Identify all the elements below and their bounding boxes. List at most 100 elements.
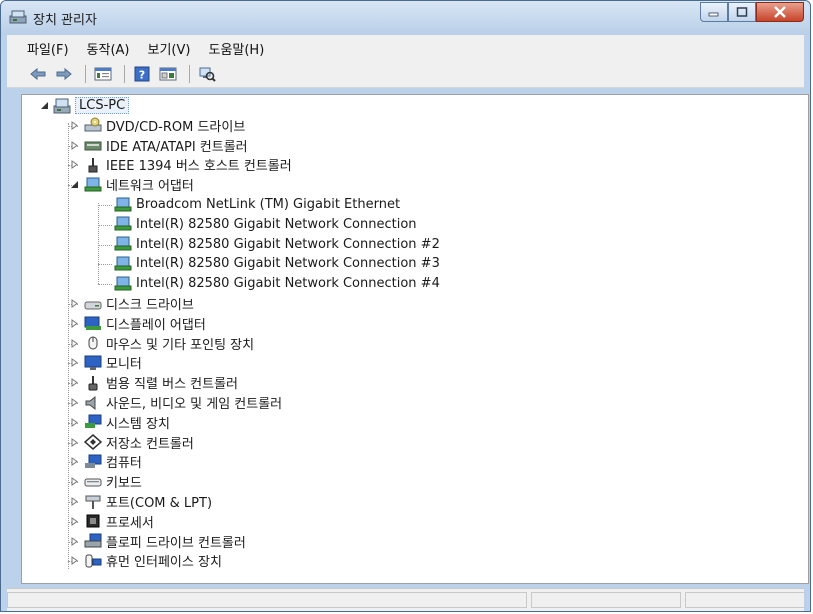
collapsed-arrow-icon[interactable] xyxy=(70,299,79,308)
network-device-icon xyxy=(114,236,132,251)
device-manager-icon xyxy=(9,10,27,24)
view-icon xyxy=(159,67,177,81)
tree-category-label: 컴퓨터 xyxy=(106,456,142,472)
tree-guide xyxy=(98,284,112,286)
tree-category[interactable]: 포트(COM & LPT) xyxy=(70,492,212,511)
properties-icon xyxy=(94,67,112,81)
status-pane xyxy=(685,592,806,608)
scan-hardware-button[interactable] xyxy=(196,64,218,84)
toolbar-separator xyxy=(189,65,190,83)
collapsed-arrow-icon[interactable] xyxy=(70,417,79,427)
tree-category[interactable]: DVD/CD-ROM 드라이브 xyxy=(70,116,245,135)
speaker-icon xyxy=(85,395,96,410)
title-bar[interactable]: 장치 관리자 xyxy=(1,1,810,35)
window-title: 장치 관리자 xyxy=(33,13,97,28)
tree-category-label: 저장소 컨트롤러 xyxy=(106,436,194,452)
storage-controller-icon xyxy=(84,434,102,451)
tree-category[interactable]: 범용 직렬 버스 컨트롤러 xyxy=(70,373,238,392)
collapsed-arrow-icon[interactable] xyxy=(70,536,79,546)
help-button[interactable]: ? xyxy=(131,64,153,84)
menu-action[interactable]: 동작(A) xyxy=(78,39,139,58)
tree-category-label: 휴먼 인터페이스 장치 xyxy=(106,555,222,571)
menu-view[interactable]: 보기(V) xyxy=(139,39,200,58)
expanded-arrow-icon xyxy=(41,102,48,109)
tree-category[interactable]: 마우스 및 기타 포인팅 장치 xyxy=(70,334,254,353)
menu-file[interactable]: 파일(F) xyxy=(7,39,78,58)
tree-category[interactable]: 프로세서 xyxy=(70,512,154,531)
tree-device-item[interactable]: Intel(R) 82580 Gigabit Network Connectio… xyxy=(114,254,440,273)
tree-category[interactable]: 키보드 xyxy=(70,472,142,491)
minimize-icon xyxy=(708,12,719,17)
tree-device-label: Broadcom NetLink (TM) Gigabit Ethernet xyxy=(136,197,401,212)
collapsed-arrow-icon[interactable] xyxy=(70,120,79,130)
tree-guide xyxy=(98,203,99,284)
maximize-button[interactable] xyxy=(728,2,756,22)
collapsed-arrow-icon[interactable] xyxy=(70,556,79,566)
forward-button[interactable] xyxy=(53,64,75,84)
system-device-icon xyxy=(85,414,102,429)
collapsed-arrow-icon[interactable] xyxy=(70,378,79,388)
tree-category[interactable]: 사운드, 비디오 및 게임 컨트롤러 xyxy=(70,393,282,412)
tree-category[interactable]: 플로피 드라이브 컨트롤러 xyxy=(70,532,246,551)
menu-help[interactable]: 도움말(H) xyxy=(199,39,273,58)
device-tree[interactable]: LCS-PC DVD/CD-ROM 드라이브 IDE ATA/ATAPI 컨트롤러… xyxy=(21,94,809,584)
tree-category-label: 플로피 드라이브 컨트롤러 xyxy=(106,535,246,551)
tree-category-label: 프로세서 xyxy=(106,515,154,531)
tree-category[interactable]: 디스플레이 어댑터 xyxy=(70,314,206,333)
tree-category-label: 디스크 드라이브 xyxy=(106,298,194,313)
tree-device-item[interactable]: Broadcom NetLink (TM) Gigabit Ethernet xyxy=(114,195,400,214)
collapsed-arrow-icon[interactable] xyxy=(70,497,79,506)
collapsed-arrow-icon[interactable] xyxy=(70,477,79,487)
collapsed-arrow-icon[interactable] xyxy=(70,358,79,368)
tree-category-label: 사운드, 비디오 및 게임 컨트롤러 xyxy=(106,397,283,412)
properties-button[interactable] xyxy=(92,64,114,84)
tree-device-label: Intel(R) 82580 Gigabit Network Connectio… xyxy=(136,276,440,292)
tree-root-label: LCS-PC xyxy=(75,97,130,114)
back-button[interactable] xyxy=(27,64,49,84)
tree-guide xyxy=(98,264,112,266)
maximize-icon xyxy=(736,7,748,17)
status-pane xyxy=(531,592,681,608)
collapsed-arrow-icon[interactable] xyxy=(70,318,79,328)
port-icon xyxy=(85,495,101,509)
tree-category[interactable]: 컴퓨터 xyxy=(70,452,142,471)
tree-category-label: 범용 직렬 버스 컨트롤러 xyxy=(106,377,238,393)
tree-category[interactable]: 모니터 xyxy=(70,353,142,372)
collapsed-arrow-icon[interactable] xyxy=(70,140,79,150)
tree-root[interactable]: LCS-PC xyxy=(40,96,130,115)
tree-category[interactable]: 디스크 드라이브 xyxy=(70,294,194,313)
close-button[interactable] xyxy=(756,2,804,22)
view-button[interactable] xyxy=(157,64,179,84)
tree-device-item[interactable]: Intel(R) 82580 Gigabit Network Connectio… xyxy=(114,235,440,254)
tree-category[interactable]: IDE ATA/ATAPI 컨트롤러 xyxy=(70,136,248,155)
mouse-icon xyxy=(88,336,98,350)
computer-monitor-icon xyxy=(85,454,102,468)
tree-category[interactable]: 네트워크 어댑터 xyxy=(70,175,194,194)
tree-category-label: IEEE 1394 버스 호스트 컨트롤러 xyxy=(106,159,292,175)
ieee1394-icon xyxy=(88,157,98,173)
tree-category[interactable]: 휴먼 인터페이스 장치 xyxy=(70,551,222,570)
tree-category-label: 시스템 장치 xyxy=(106,416,170,432)
tree-category[interactable]: 시스템 장치 xyxy=(70,413,170,432)
minimize-button[interactable] xyxy=(700,2,728,22)
collapsed-arrow-icon[interactable] xyxy=(70,338,79,348)
help-icon: ? xyxy=(134,66,150,82)
toolbar-separator xyxy=(85,65,86,83)
tree-guide xyxy=(98,205,112,206)
monitor-icon xyxy=(84,355,102,370)
tree-device-item[interactable]: Intel(R) 82580 Gigabit Network Connectio… xyxy=(114,274,440,293)
collapsed-arrow-icon[interactable] xyxy=(70,457,79,467)
status-pane xyxy=(7,592,527,608)
tree-guide xyxy=(98,244,112,246)
collapsed-arrow-icon[interactable] xyxy=(70,398,79,407)
collapsed-arrow-icon[interactable] xyxy=(70,516,79,526)
collapsed-arrow-icon[interactable] xyxy=(70,437,79,447)
network-device-icon xyxy=(114,216,132,231)
expanded-arrow-icon[interactable] xyxy=(70,180,79,189)
tree-device-item[interactable]: Intel(R) 82580 Gigabit Network Connectio… xyxy=(114,215,417,234)
menu-bar: 파일(F) 동작(A) 보기(V) 도움말(H) xyxy=(7,35,804,61)
tree-guide xyxy=(98,224,112,226)
tree-category[interactable]: 저장소 컨트롤러 xyxy=(70,433,194,452)
tree-category[interactable]: IEEE 1394 버스 호스트 컨트롤러 xyxy=(70,155,292,174)
collapsed-arrow-icon[interactable] xyxy=(70,160,79,170)
